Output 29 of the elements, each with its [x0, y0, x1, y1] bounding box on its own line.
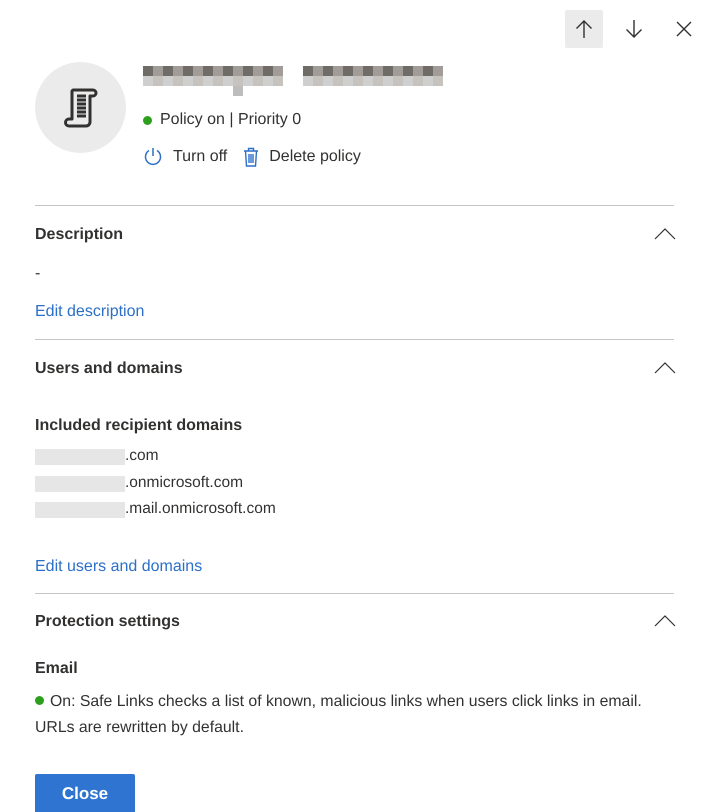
description-text: - — [35, 264, 42, 284]
collapse-button[interactable] — [654, 228, 676, 242]
collapse-button[interactable] — [654, 615, 676, 629]
setting-description: On: Safe Links checks a list of known, malicious links when users click links in email. URLs are rewritten by default. — [35, 692, 642, 736]
section-title: Users and domains — [35, 360, 183, 378]
subheading: Email — [35, 658, 79, 678]
chevron-up-icon — [654, 228, 676, 240]
collapse-button[interactable] — [654, 362, 676, 376]
arrow-down-icon — [625, 19, 643, 39]
policy-status: Policy on | Priority 0 — [160, 110, 302, 130]
delete-button[interactable]: Delete policy — [243, 144, 361, 170]
trash-icon — [243, 147, 260, 167]
move-up-button[interactable] — [565, 10, 603, 48]
turn-off-button[interactable]: Turn off — [143, 144, 228, 170]
chevron-up-icon — [654, 615, 676, 627]
section-title: Description — [35, 226, 124, 244]
section-title: Protection settings — [35, 613, 180, 631]
subheading: Included recipient domains — [35, 416, 244, 436]
edit-link[interactable]: Edit users and domains — [35, 556, 202, 578]
domain-suffix: .mail.onmicrosoft.com — [125, 500, 276, 518]
chevron-up-icon — [654, 362, 676, 374]
domain-suffix: .onmicrosoft.com — [125, 474, 244, 492]
arrow-up-icon — [575, 19, 593, 39]
power-icon — [143, 147, 163, 167]
close-button[interactable]: Close — [35, 774, 135, 812]
close-icon — [676, 21, 692, 37]
scroll-icon — [64, 88, 98, 128]
domain-suffix: .com — [125, 447, 159, 466]
edit-link[interactable]: Edit description — [35, 301, 144, 323]
